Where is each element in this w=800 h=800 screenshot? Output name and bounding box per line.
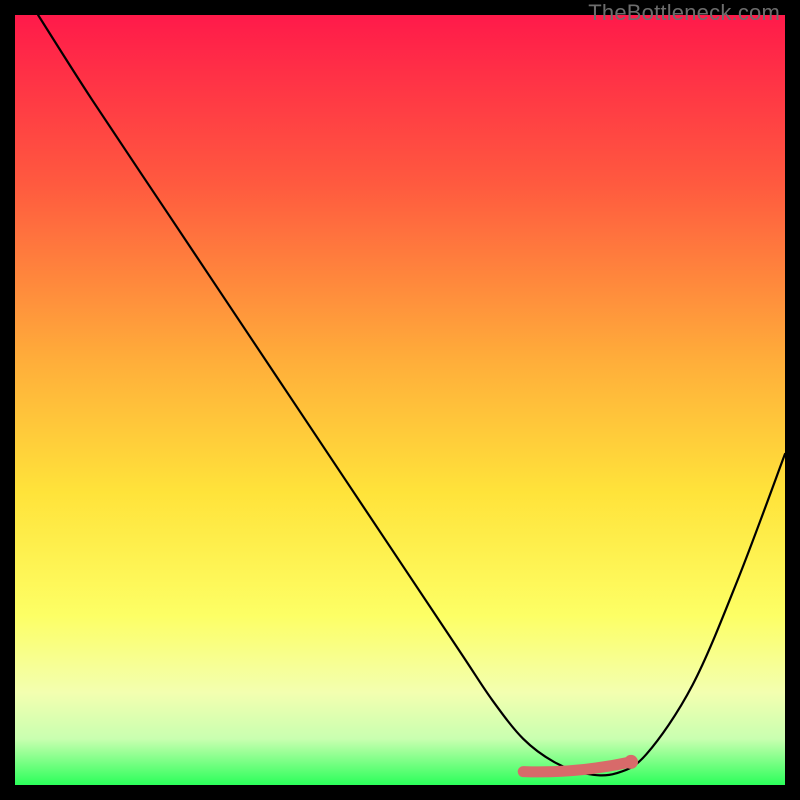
chart-frame: TheBottleneck.com [0, 0, 800, 800]
bottleneck-chart [15, 15, 785, 785]
optimal-range-endpoint [624, 755, 638, 769]
gradient-background [15, 15, 785, 785]
watermark-text: TheBottleneck.com [588, 0, 780, 26]
